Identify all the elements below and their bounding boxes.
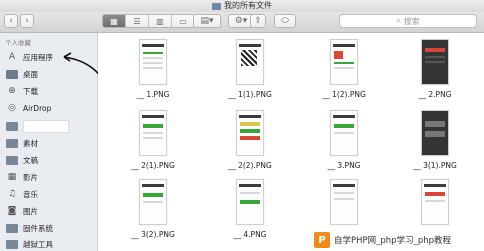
folder-icon <box>6 223 18 234</box>
image-thumbnail <box>330 39 358 85</box>
image-thumbnail <box>421 110 449 156</box>
desktop-icon <box>6 69 18 80</box>
file-name: __ 1.PNG <box>136 90 170 99</box>
folder-icon <box>6 121 18 132</box>
forward-button[interactable]: › <box>20 14 34 28</box>
sidebar-item-label: 影片 <box>23 172 38 182</box>
file-item[interactable]: __ 3(2).PNG <box>118 179 188 239</box>
sidebar-item-label: 音乐 <box>23 189 38 199</box>
redacted-label <box>23 119 69 133</box>
file-name: __ 3(2).PNG <box>131 230 175 239</box>
file-name: __ 4.PNG <box>233 230 267 239</box>
movies-icon: ▦ <box>7 172 17 182</box>
sidebar-item-materials[interactable]: 素材 <box>6 136 94 150</box>
sidebar-item-label: 桌面 <box>23 69 38 79</box>
image-thumbnail <box>139 39 167 85</box>
sidebar-item-movies[interactable]: ▦ 影片 <box>6 170 94 184</box>
search-placeholder: 搜索 <box>403 16 420 26</box>
chevron-right-icon: › <box>25 16 29 26</box>
image-thumbnail <box>330 179 358 225</box>
sidebar-item-label: 文稿 <box>23 155 38 165</box>
file-item[interactable] <box>309 179 379 230</box>
file-name: __ 3.PNG <box>327 161 361 170</box>
file-item[interactable]: __ 3.PNG <box>309 110 379 170</box>
title-bar: 我的所有文件 <box>0 0 484 12</box>
sidebar-item-label: 固件系统 <box>23 223 53 233</box>
file-name: __ 2(1).PNG <box>131 161 175 170</box>
gear-icon: ⚙▾ <box>234 16 248 26</box>
sidebar-item-jailbreak[interactable]: 越狱工具 <box>6 237 94 251</box>
toolbar: ‹ › ▦ ☰ ▥ ▭ ▤▾ ⚙▾ ⇪ ⬭ ⌕ 搜索 <box>0 12 484 33</box>
image-thumbnail <box>139 110 167 156</box>
sidebar-item-airdrop[interactable]: ◎ AirDrop <box>6 101 94 115</box>
cover-flow-button[interactable]: ▭ <box>172 15 194 27</box>
share-icon: ⇪ <box>254 16 262 26</box>
file-grid: __ 1.PNG __ 1(1).PNG __ 1(2).PNG __ 2.PN… <box>98 33 484 251</box>
sidebar-item-label: 图片 <box>23 206 38 216</box>
download-icon: ⊕ <box>8 86 16 96</box>
arrange-icon: ▤▾ <box>200 16 214 26</box>
sidebar-item-hidden[interactable] <box>6 119 94 133</box>
window-title: 我的所有文件 <box>224 1 272 10</box>
folder-icon <box>212 2 221 10</box>
image-thumbnail <box>236 39 264 85</box>
image-thumbnail <box>421 179 449 225</box>
sidebar-section-title: 个人收藏 <box>5 39 31 47</box>
sidebar-item-label: AirDrop <box>23 103 52 113</box>
folder-icon <box>6 239 18 250</box>
file-item[interactable] <box>400 179 470 230</box>
file-item[interactable]: __ 3(1).PNG <box>400 110 470 170</box>
search-input[interactable]: ⌕ 搜索 <box>339 14 477 28</box>
file-item[interactable]: __ 2(2).PNG <box>215 110 285 170</box>
list-view-button[interactable]: ☰ <box>126 15 149 27</box>
file-item[interactable]: __ 2(1).PNG <box>118 110 188 170</box>
image-thumbnail <box>236 110 264 156</box>
sidebar-item-label: 下载 <box>23 86 38 96</box>
sidebar-item-pictures[interactable]: ◙ 图片 <box>6 204 94 218</box>
file-name: __ 1(1).PNG <box>228 90 272 99</box>
apps-icon: A <box>8 52 16 62</box>
file-name: __ 2(2).PNG <box>228 161 272 170</box>
file-item[interactable]: __ 2.PNG <box>400 39 470 99</box>
share-button[interactable]: ⇪ <box>250 14 266 28</box>
watermark-text: 自学PHP网_php学习_php教程 <box>334 236 452 246</box>
sidebar-item-documents[interactable]: 文稿 <box>6 153 94 167</box>
sidebar-item-label: 应用程序 <box>23 52 53 62</box>
documents-icon <box>6 155 18 166</box>
sidebar-item-label: 素材 <box>23 138 38 148</box>
image-thumbnail <box>421 39 449 85</box>
sidebar-item-music[interactable]: ♫ 音乐 <box>6 187 94 201</box>
watermark: P 自学PHP网_php学习_php教程 <box>314 229 484 251</box>
folder-icon <box>6 138 18 149</box>
arrange-button[interactable]: ▤▾ <box>193 14 221 28</box>
file-item[interactable]: __ 4.PNG <box>215 179 285 239</box>
tag-icon: ⬭ <box>281 16 289 26</box>
chevron-left-icon: ‹ <box>9 16 13 26</box>
pictures-icon: ◙ <box>7 206 17 216</box>
image-thumbnail <box>330 110 358 156</box>
tags-button[interactable]: ⬭ <box>274 14 296 28</box>
file-name: __ 1(2).PNG <box>322 90 366 99</box>
file-item[interactable]: __ 1(1).PNG <box>215 39 285 99</box>
music-icon: ♫ <box>7 189 17 199</box>
view-mode-segment: ▦ ☰ ▥ ▭ <box>102 14 195 28</box>
file-name: __ 3(1).PNG <box>413 161 457 170</box>
icon-view-button[interactable]: ▦ <box>103 15 126 27</box>
file-name: __ 2.PNG <box>418 90 452 99</box>
airdrop-icon: ◎ <box>8 103 16 113</box>
image-thumbnail <box>236 179 264 225</box>
back-button[interactable]: ‹ <box>4 14 18 28</box>
column-view-button[interactable]: ▥ <box>149 15 172 27</box>
file-item[interactable]: __ 1(2).PNG <box>309 39 379 99</box>
search-icon: ⌕ <box>396 16 401 25</box>
sidebar-item-firmware[interactable]: 固件系统 <box>6 221 94 235</box>
file-item[interactable]: __ 1.PNG <box>118 39 188 99</box>
image-thumbnail <box>139 179 167 225</box>
php-logo-icon: P <box>314 232 330 248</box>
sidebar-item-label: 越狱工具 <box>23 239 53 249</box>
